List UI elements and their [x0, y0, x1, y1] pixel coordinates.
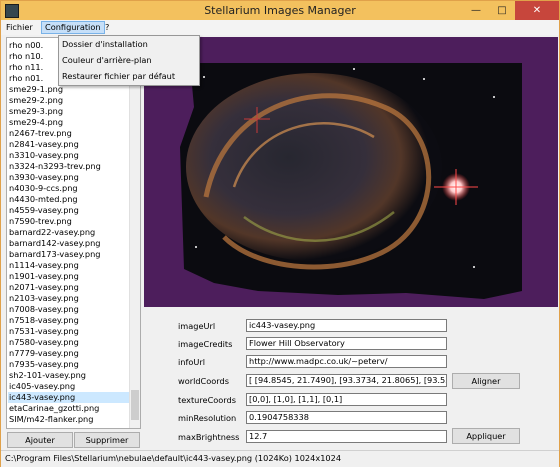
label-world-coords: worldCoords [178, 376, 229, 386]
min-resolution-field[interactable]: 0.1904758338 [246, 411, 447, 424]
main-window: Stellarium Images Manager — □ ✕ Fichier … [0, 0, 560, 467]
remove-button[interactable]: Supprimer [74, 432, 140, 448]
list-item[interactable]: n4030-9-ccs.png [8, 183, 78, 194]
label-max-brightness: maxBrightness [178, 432, 240, 442]
list-item[interactable]: n7779-vasey.png [8, 348, 79, 359]
menu-item-restore-default[interactable]: Restaurer fichier par défaut [62, 69, 175, 84]
add-button[interactable]: Ajouter [7, 432, 73, 448]
label-min-resolution: minResolution [178, 413, 237, 423]
list-item[interactable]: n2467-trev.png [8, 128, 72, 139]
list-item[interactable]: barnard173-vasey.png [8, 249, 100, 260]
info-url-field[interactable]: http://www.madpc.co.uk/~peterv/ [246, 355, 447, 368]
list-item[interactable]: ic443-vasey.png [8, 392, 131, 403]
status-text: C:\Program Files\Stellarium\nebulae\defa… [5, 453, 342, 463]
list-item[interactable]: etaCarinae_gzotti.png [8, 403, 99, 414]
nebula-cloud [186, 73, 442, 261]
list-item[interactable]: n3310-vasey.png [8, 150, 79, 161]
menu-help[interactable]: ? [102, 21, 112, 34]
list-item[interactable]: n3930-vasey.png [8, 172, 79, 183]
list-item[interactable]: rho n10. [8, 51, 43, 62]
image-list[interactable]: SIM/m42-flanker.png etaCarinae_gzotti.png… [6, 37, 141, 429]
world-coords-field[interactable]: [ [94.8545, 21.7490], [93.3734, 21.8065]… [246, 374, 447, 387]
list-item[interactable]: n4559-vasey.png [8, 205, 79, 216]
list-item[interactable]: rho n01. [8, 73, 43, 84]
image-url-field[interactable]: ic443-vasey.png [246, 319, 447, 332]
label-texture-coords: textureCoords [178, 395, 236, 405]
apply-button[interactable]: Appliquer [452, 428, 520, 444]
list-item[interactable]: n7590-trev.png [8, 216, 72, 227]
image-credits-field[interactable]: Flower Hill Observatory [246, 337, 447, 350]
maximize-button[interactable]: □ [489, 1, 515, 20]
list-item[interactable]: n2103-vasey.png [8, 293, 79, 304]
minimize-button[interactable]: — [463, 1, 489, 20]
list-item[interactable]: sme29-1.png [8, 84, 63, 95]
menu-configuration[interactable]: Configuration [41, 21, 105, 34]
label-image-url: imageUrl [178, 321, 216, 331]
list-scrollbar[interactable] [129, 38, 140, 428]
list-item[interactable]: n2841-vasey.png [8, 139, 79, 150]
list-item[interactable]: barnard22-vasey.png [8, 227, 95, 238]
list-item[interactable]: n4430-mted.png [8, 194, 78, 205]
status-bar: C:\Program Files\Stellarium\nebulae\defa… [1, 450, 559, 467]
list-item[interactable]: n3324-n3293-trev.png [8, 161, 101, 172]
list-item[interactable]: n7518-vasey.png [8, 315, 79, 326]
align-button[interactable]: Aligner [452, 373, 520, 389]
list-item[interactable]: ic405-vasey.png [8, 381, 75, 392]
menu-fichier[interactable]: Fichier [3, 21, 36, 34]
menu-item-background-color[interactable]: Couleur d'arrière-plan [62, 53, 152, 68]
list-item[interactable]: sme29-2.png [8, 95, 63, 106]
title-bar[interactable]: Stellarium Images Manager — □ ✕ [1, 1, 559, 20]
configuration-dropdown: Dossier d'installation Couleur d'arrière… [58, 35, 200, 86]
image-preview [144, 37, 558, 307]
texture-coords-field[interactable]: [0,0], [1,0], [1,1], [0,1] [246, 393, 447, 406]
list-item[interactable]: n7580-vasey.png [8, 337, 79, 348]
scrollbar-thumb[interactable] [131, 390, 139, 420]
list-item[interactable]: n7008-vasey.png [8, 304, 79, 315]
list-item[interactable]: sh2-101-vasey.png [8, 370, 86, 381]
list-item[interactable]: n7531-vasey.png [8, 326, 79, 337]
max-brightness-field[interactable]: 12.7 [246, 430, 447, 443]
list-item[interactable]: sme29-3.png [8, 106, 63, 117]
list-item[interactable]: n1901-vasey.png [8, 271, 79, 282]
nebula-image [144, 37, 558, 307]
list-item[interactable]: rho n11. [8, 62, 43, 73]
list-item[interactable]: n2071-vasey.png [8, 282, 79, 293]
list-item[interactable]: rho n00. [8, 40, 43, 51]
menu-bar: Fichier Configuration ? [1, 20, 559, 35]
label-image-credits: imageCredits [178, 339, 233, 349]
list-item[interactable]: barnard142-vasey.png [8, 238, 100, 249]
menu-item-install-folder[interactable]: Dossier d'installation [62, 37, 148, 52]
list-item[interactable]: sme29-4.png [8, 117, 63, 128]
list-item[interactable]: SIM/m42-flanker.png [8, 414, 93, 425]
list-item[interactable]: n1114-vasey.png [8, 260, 79, 271]
list-item[interactable]: n7935-vasey.png [8, 359, 79, 370]
close-button[interactable]: ✕ [515, 1, 559, 20]
label-info-url: infoUrl [178, 357, 205, 367]
